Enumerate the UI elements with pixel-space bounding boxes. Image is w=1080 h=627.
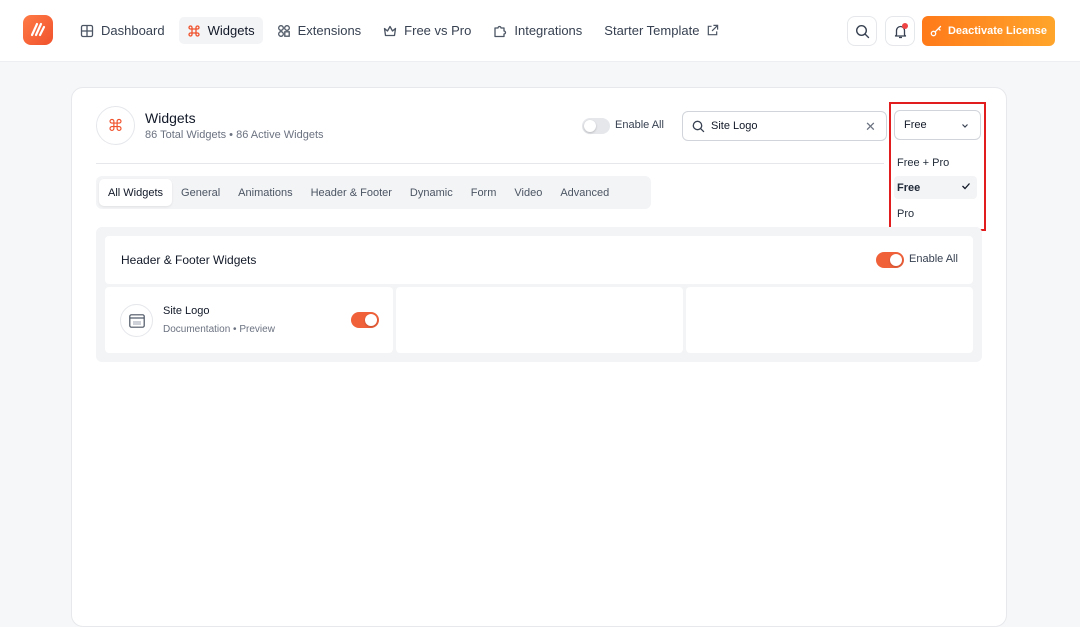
deactivate-license-label: Deactivate License — [947, 25, 1048, 37]
nav-starter-template-label: Starter Template — [604, 23, 700, 38]
nav-dashboard[interactable]: Dashboard — [72, 17, 173, 44]
top-navigation-bar: Dashboard Widgets Extensions Free vs Pro… — [0, 0, 1080, 62]
crown-icon — [384, 25, 397, 36]
nav-free-vs-pro[interactable]: Free vs Pro — [375, 17, 479, 44]
tab-all-widgets[interactable]: All Widgets — [99, 179, 173, 206]
tab-video[interactable]: Video — [505, 179, 551, 206]
tab-animations[interactable]: Animations — [229, 179, 301, 206]
nav-extensions-label: Extensions — [297, 23, 362, 38]
link-separator: • — [233, 324, 237, 335]
clear-search-icon[interactable]: ✕ — [865, 120, 876, 133]
nav-integrations-label: Integrations — [514, 23, 583, 38]
search-value: Site Logo — [711, 120, 758, 132]
shapes-icon — [277, 24, 290, 37]
widget-card-empty — [396, 287, 683, 353]
widget-title: Site Logo — [163, 305, 210, 317]
widgets-count-subtitle: 86 Total Widgets • 86 Active Widgets — [145, 129, 324, 141]
enable-all-label: Enable All — [615, 119, 664, 131]
deactivate-license-button[interactable]: Deactivate License — [922, 16, 1055, 46]
external-link-icon — [708, 24, 719, 36]
tab-advanced[interactable]: Advanced — [551, 179, 618, 206]
nav-integrations[interactable]: Integrations — [485, 17, 590, 44]
nav-free-vs-pro-label: Free vs Pro — [404, 23, 472, 38]
search-icon — [692, 120, 705, 133]
section-enable-all-label: Enable All — [909, 253, 958, 265]
search-icon — [855, 24, 870, 39]
enable-all-widgets-toggle[interactable] — [582, 118, 610, 134]
command-icon — [187, 24, 200, 37]
tab-form[interactable]: Form — [462, 179, 506, 206]
site-logo-icon — [129, 314, 145, 328]
notifications-button[interactable] — [885, 16, 915, 46]
highlight-box — [889, 102, 986, 231]
section-title: Header & Footer Widgets — [121, 253, 257, 267]
logo-icon — [30, 22, 46, 37]
site-logo-toggle[interactable] — [351, 312, 379, 328]
search-button[interactable] — [847, 16, 877, 46]
notification-dot — [902, 23, 908, 29]
documentation-link[interactable]: Documentation — [163, 324, 230, 335]
tab-header-footer[interactable]: Header & Footer — [302, 179, 401, 206]
site-logo-widget-icon — [120, 304, 153, 337]
section-enable-all-toggle[interactable] — [876, 252, 904, 268]
header-divider — [96, 163, 884, 164]
tab-dynamic[interactable]: Dynamic — [401, 179, 462, 206]
page-title: Widgets — [145, 110, 196, 126]
key-icon — [930, 25, 942, 37]
command-icon: ⌘ — [107, 117, 124, 135]
nav-starter-template[interactable]: Starter Template — [596, 17, 727, 44]
widget-links: Documentation • Preview — [163, 324, 275, 335]
nav-extensions[interactable]: Extensions — [269, 17, 370, 44]
plugin-logo[interactable] — [23, 15, 53, 45]
main-nav: Dashboard Widgets Extensions Free vs Pro… — [72, 17, 727, 44]
preview-link[interactable]: Preview — [239, 324, 275, 335]
tab-general[interactable]: General — [172, 179, 229, 206]
nav-widgets-label: Widgets — [207, 23, 255, 38]
widget-card-empty — [686, 287, 973, 353]
widgets-header-icon: ⌘ — [96, 106, 135, 145]
nav-dashboard-label: Dashboard — [101, 23, 165, 38]
nav-widgets[interactable]: Widgets — [178, 17, 263, 44]
puzzle-icon — [494, 25, 507, 37]
grid-icon — [80, 24, 94, 37]
widget-category-tabs: All Widgets General Animations Header & … — [96, 176, 651, 209]
search-input[interactable]: Site Logo ✕ — [682, 111, 887, 141]
